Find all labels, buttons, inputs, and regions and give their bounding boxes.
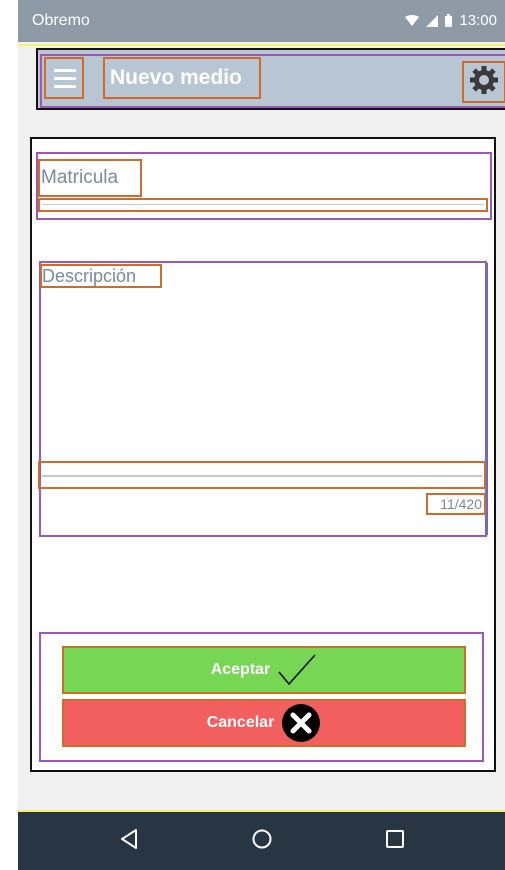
menu-button[interactable]	[44, 57, 84, 99]
signal-icon	[426, 14, 439, 27]
home-button[interactable]	[239, 818, 285, 864]
clock: 13:00	[459, 12, 497, 29]
accept-button-label: Aceptar	[210, 661, 271, 678]
matricula-label: Matricula	[38, 159, 142, 197]
cancel-button[interactable]: Cancelar	[62, 699, 466, 747]
home-icon	[251, 828, 273, 855]
recents-icon	[384, 828, 406, 855]
descripcion-label: Descripción	[40, 264, 162, 288]
settings-button[interactable]	[462, 61, 505, 103]
menu-icon	[54, 68, 76, 72]
descripcion-field-container	[39, 261, 488, 537]
cancel-button-label: Cancelar	[206, 714, 275, 731]
screen: Obremo 13:00 Nuevo medio Matricula Descr…	[18, 0, 505, 870]
status-bar: Obremo 13:00	[18, 0, 505, 42]
back-icon	[118, 828, 140, 855]
character-counter: 11/420	[426, 493, 486, 515]
menu-icon-line	[54, 76, 76, 80]
gear-icon	[469, 65, 499, 100]
matricula-input[interactable]	[38, 198, 488, 212]
app-bar: Nuevo medio	[36, 48, 505, 110]
wifi-icon	[405, 14, 420, 27]
check-icon	[277, 653, 317, 687]
status-icons: 13:00	[405, 12, 497, 29]
close-circle-icon	[281, 703, 321, 743]
descripcion-input[interactable]	[38, 461, 486, 489]
back-button[interactable]	[106, 818, 152, 864]
menu-icon-line	[54, 84, 76, 88]
carrier-label: Obremo	[32, 12, 90, 29]
system-nav-bar	[18, 812, 505, 870]
battery-icon	[445, 14, 453, 27]
recents-button[interactable]	[372, 818, 418, 864]
page-title: Nuevo medio	[103, 57, 261, 99]
accept-button[interactable]: Aceptar	[62, 646, 466, 694]
